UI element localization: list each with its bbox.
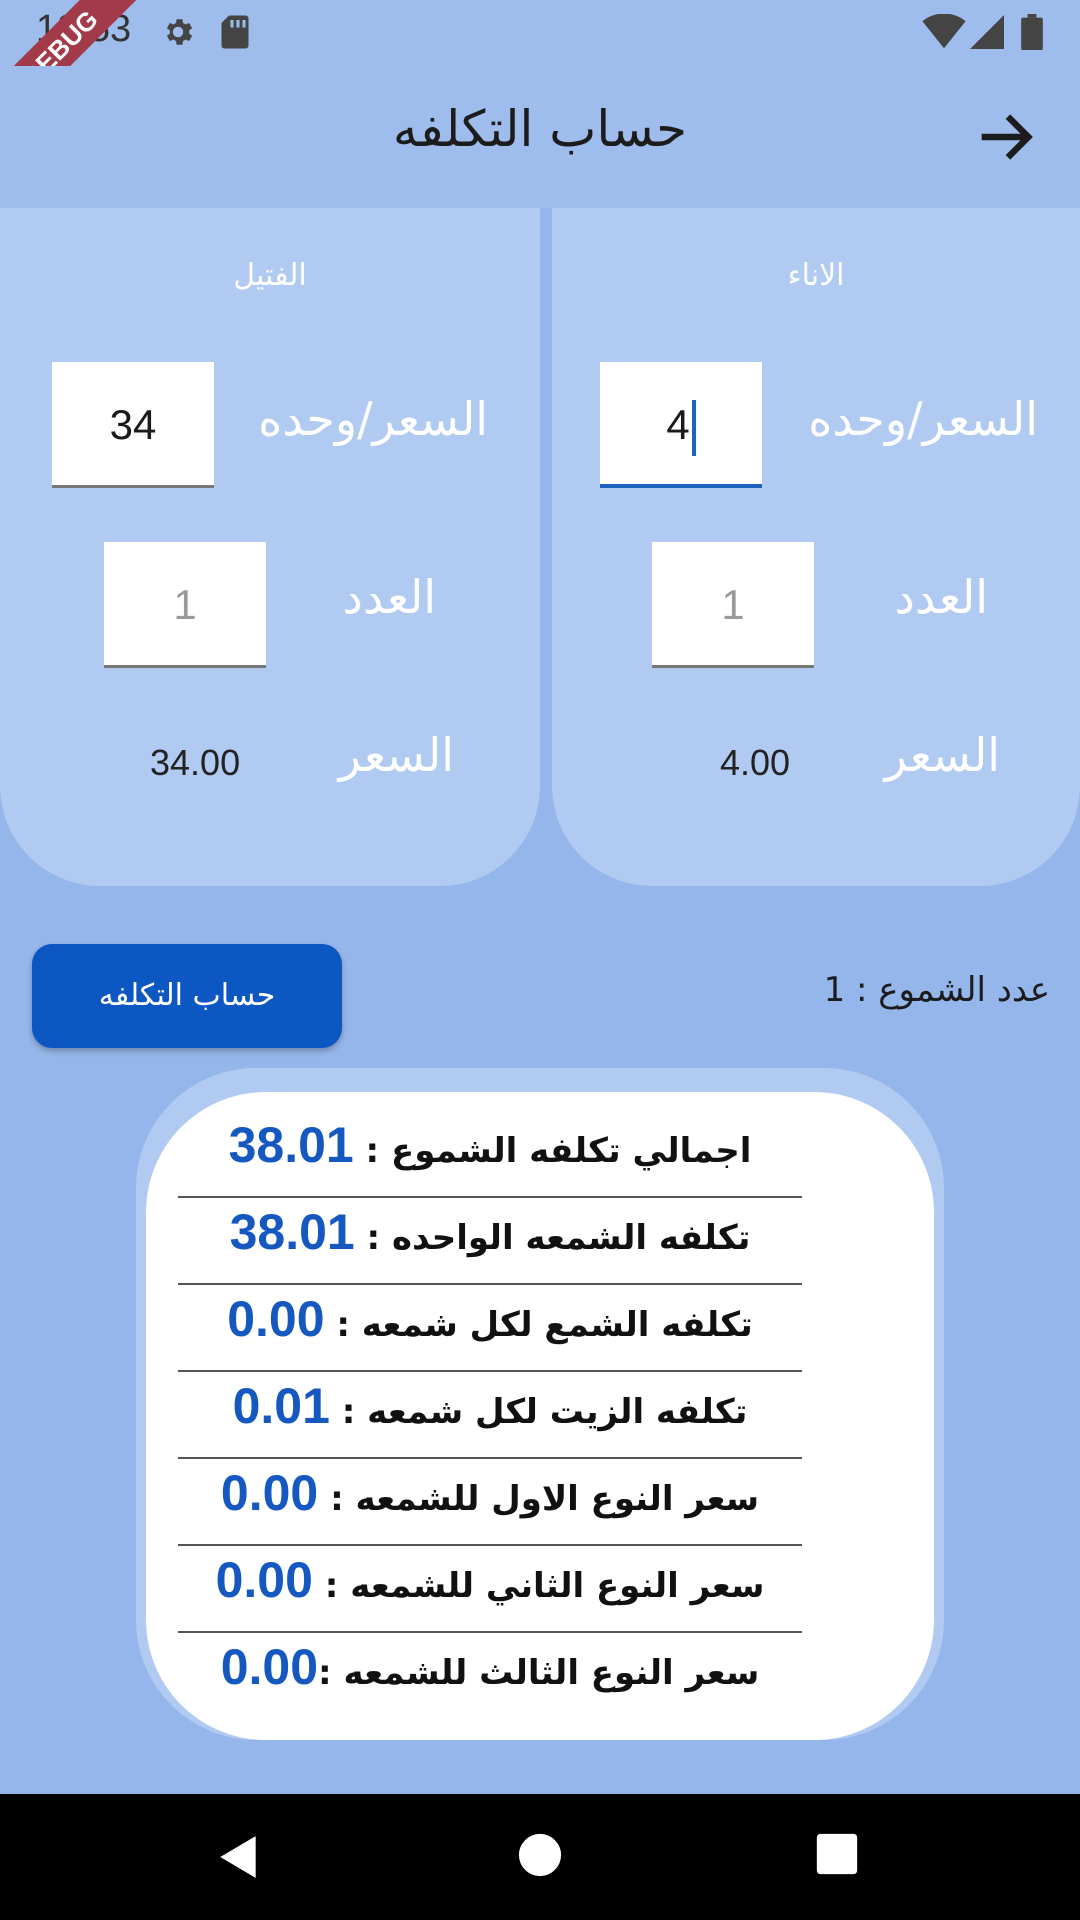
- result-label: تكلفه الزيت لكل شمعه :: [329, 1392, 748, 1432]
- wick-unit-price-input[interactable]: 34: [52, 362, 214, 488]
- wick-unit-price-label: السعر/وحده: [258, 392, 488, 446]
- result-label: سعر النوع الثالث للشمعه :: [318, 1653, 760, 1693]
- wick-card-title: الفتيل: [233, 258, 307, 293]
- divider: [178, 1196, 802, 1198]
- app-bar: حساب التكلفه: [0, 66, 1080, 208]
- result-row-type1-price: سعر النوع الاول للشمعه : 0.00: [178, 1464, 802, 1551]
- result-value: 0.00: [220, 1639, 319, 1695]
- sd-card-icon: [221, 15, 249, 49]
- calculate-cost-button[interactable]: حساب التكلفه: [32, 944, 342, 1048]
- divider: [178, 1631, 802, 1633]
- result-row-total-cost: اجمالي تكلفه الشموع : 38.01: [178, 1116, 802, 1203]
- container-price-label: السعر: [884, 728, 1000, 782]
- container-price-value: 4.00: [720, 742, 791, 783]
- wick-card: الفتيل السعر/وحده 34 العدد 1 السعر 34.00: [0, 208, 540, 886]
- signal-icon: [970, 15, 1004, 49]
- back-triangle-icon[interactable]: [214, 1832, 264, 1882]
- divider: [178, 1457, 802, 1459]
- result-row-type3-price: سعر النوع الثالث للشمعه :0.00: [178, 1638, 802, 1725]
- result-value: 38.01: [228, 1117, 354, 1173]
- result-label: اجمالي تكلفه الشموع :: [353, 1131, 752, 1171]
- result-row-type2-price: سعر النوع الثاني للشمعه : 0.00: [178, 1551, 802, 1638]
- navigation-bar: [0, 1794, 1080, 1920]
- wick-unit-price-value: 34: [109, 401, 157, 448]
- container-card: الاناء السعر/وحده 4 العدد 1 السعر 4.00: [552, 208, 1080, 886]
- candle-count-value: 1: [823, 970, 846, 1010]
- wick-price-value: 34.00: [150, 742, 241, 783]
- divider: [178, 1544, 802, 1546]
- container-card-title: الاناء: [787, 258, 845, 293]
- result-row-wax-cost: تكلفه الشمع لكل شمعه : 0.00: [178, 1290, 802, 1377]
- wick-quantity-placeholder: 1: [173, 581, 197, 628]
- container-quantity-placeholder: 1: [721, 581, 745, 628]
- result-value: 0.00: [220, 1465, 319, 1521]
- result-value: 0.01: [232, 1378, 330, 1434]
- result-label: تكلفه الشمع لكل شمعه :: [324, 1305, 753, 1345]
- container-unit-price-value: 4: [666, 401, 690, 448]
- candle-count-label: عدد الشموع :: [845, 970, 1050, 1010]
- candle-count: عدد الشموع : 1: [824, 970, 1050, 1010]
- status-bar: 12:53 DEBUG: [0, 0, 1080, 147]
- result-value: 0.00: [215, 1552, 313, 1608]
- result-label: تكلفه الشمعه الواحده :: [354, 1218, 751, 1258]
- container-quantity-input[interactable]: 1: [652, 542, 814, 668]
- page-title: حساب التكلفه: [392, 100, 688, 158]
- result-row-oil-cost: تكلفه الزيت لكل شمعه : 0.01: [178, 1377, 802, 1464]
- result-label: سعر النوع الثاني للشمعه :: [312, 1566, 765, 1606]
- container-unit-price-input[interactable]: 4: [600, 362, 762, 488]
- container-quantity-label: العدد: [894, 570, 988, 624]
- result-row-single-candle-cost: تكلفه الشمعه الواحده : 38.01: [178, 1203, 802, 1290]
- wick-price-label: السعر: [338, 728, 454, 782]
- gear-icon: [166, 19, 193, 45]
- text-cursor: [691, 399, 696, 456]
- result-label: سعر النوع الاول للشمعه :: [318, 1479, 760, 1519]
- home-circle-icon[interactable]: [517, 1832, 563, 1878]
- arrow-right-icon[interactable]: [970, 102, 1040, 172]
- battery-icon: [1021, 14, 1043, 50]
- wick-quantity-label: العدد: [342, 570, 436, 624]
- divider: [178, 1370, 802, 1372]
- result-value: 0.00: [227, 1291, 325, 1347]
- result-value: 38.01: [229, 1204, 355, 1260]
- wifi-icon: [922, 14, 966, 49]
- recents-square-icon[interactable]: [815, 1832, 859, 1876]
- container-unit-price-label: السعر/وحده: [808, 392, 1038, 446]
- wick-quantity-input[interactable]: 1: [104, 542, 266, 668]
- divider: [178, 1283, 802, 1285]
